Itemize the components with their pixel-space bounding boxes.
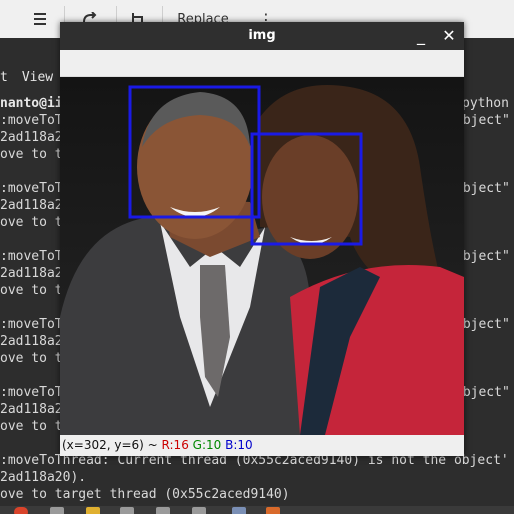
terminal-text: python — [462, 96, 509, 111]
app-icon[interactable] — [120, 507, 134, 514]
photo — [60, 77, 464, 435]
window-toolbar — [60, 50, 464, 77]
minimize-button[interactable]: _ — [410, 24, 432, 48]
app-icon[interactable] — [192, 507, 206, 514]
terminal-line: :moveToT — [0, 317, 63, 332]
terminal-line: ove to t — [0, 351, 63, 366]
app-icon[interactable] — [266, 507, 280, 514]
image-canvas[interactable] — [60, 77, 464, 435]
folder-icon[interactable] — [86, 507, 100, 514]
terminal-menubar: t View — [0, 70, 67, 92]
taskbar — [0, 506, 514, 514]
app-icon[interactable] — [14, 507, 28, 514]
terminal-line: :moveToT — [0, 113, 63, 128]
terminal-line: 2ad118a2 — [0, 402, 63, 417]
window-titlebar[interactable]: img _ ✕ — [60, 22, 464, 50]
terminal-line: ove to t — [0, 215, 63, 230]
close-button[interactable]: ✕ — [438, 24, 460, 48]
terminal-line: ove to t — [0, 419, 63, 434]
terminal-line: 2ad118a2 — [0, 198, 63, 213]
image-window[interactable]: img _ ✕ (x=302, y=6) ~ R:16 G:10 B:10 — [60, 22, 464, 456]
menu-icon[interactable] — [26, 0, 54, 38]
app-icon[interactable] — [232, 507, 246, 514]
terminal-line: 2ad118a2 — [0, 334, 63, 349]
pixel-blue-value: B:10 — [225, 438, 253, 452]
terminal-line: ove to t — [0, 147, 63, 162]
terminal-line: ove to target thread (0x55c2aced9140) — [0, 487, 290, 502]
app-icon[interactable] — [50, 507, 64, 514]
terminal-line: ove to t — [0, 283, 63, 298]
pixel-green-value: G:10 — [192, 438, 222, 452]
window-title: img — [248, 28, 276, 43]
menu-item-terminal[interactable]: t — [0, 70, 8, 92]
terminal-prompt: nanto@ii — [0, 96, 63, 111]
terminal-line: 2ad118a2 — [0, 130, 63, 145]
terminal-line: :moveToT — [0, 181, 63, 196]
status-bar: (x=302, y=6) ~ R:16 G:10 B:10 — [60, 435, 464, 456]
face-shape — [262, 135, 358, 259]
cursor-coordinates: (x=302, y=6) ~ — [62, 438, 158, 452]
menu-item-view[interactable]: View — [22, 70, 53, 92]
terminal-line: 2ad118a2 — [0, 266, 63, 281]
app-icon[interactable] — [156, 507, 170, 514]
terminal-line: :moveToT — [0, 249, 63, 264]
terminal-line: :moveToT — [0, 385, 63, 400]
terminal-line: 2ad118a20). — [0, 470, 87, 485]
pixel-red-value: R:16 — [161, 438, 189, 452]
